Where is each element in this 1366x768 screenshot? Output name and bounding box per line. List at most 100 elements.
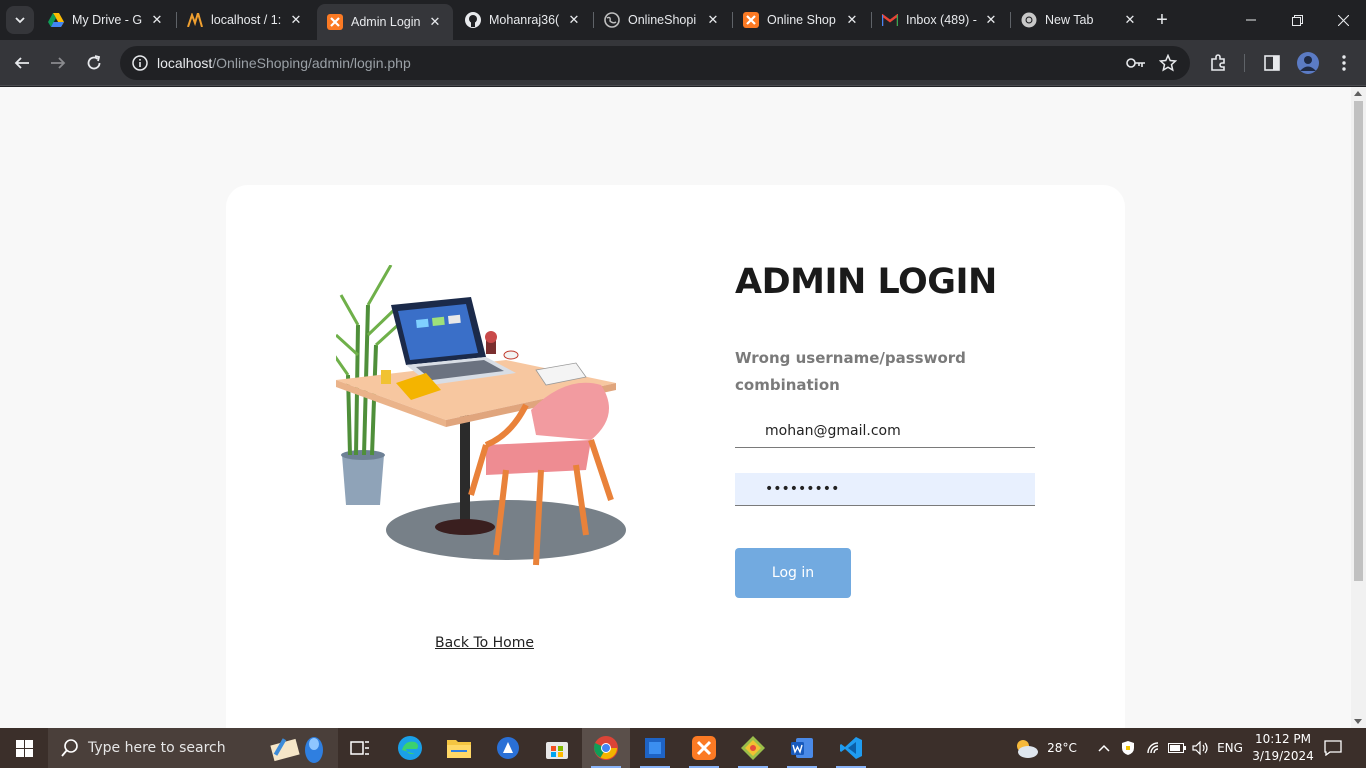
- file-explorer-icon: [447, 740, 471, 758]
- page-viewport: ADMIN LOGIN Wrong username/password comb…: [0, 87, 1366, 728]
- login-button[interactable]: Log in: [735, 548, 851, 598]
- chrome-icon: [1021, 12, 1037, 28]
- wifi-icon: [1147, 742, 1159, 754]
- scroll-down-arrow-icon[interactable]: [1354, 719, 1362, 724]
- search-placeholder: Type here to search: [88, 740, 226, 756]
- close-icon[interactable]: ✕: [705, 12, 721, 28]
- close-icon[interactable]: ✕: [566, 12, 582, 28]
- close-icon[interactable]: ✕: [288, 12, 304, 28]
- restore-button[interactable]: [1274, 0, 1320, 40]
- tab-title: OnlineShopi: [628, 13, 697, 27]
- volume-tray-icon[interactable]: [1190, 728, 1212, 768]
- taskbar-chrome[interactable]: [582, 728, 630, 768]
- close-icon[interactable]: ✕: [149, 12, 165, 28]
- weather-widget[interactable]: 28°C: [1010, 728, 1080, 768]
- tab-phpmyadmin[interactable]: localhost / 1: ✕: [177, 4, 314, 36]
- side-panel-icon: [1264, 55, 1280, 71]
- windows-logo-icon: [15, 739, 33, 757]
- address-bar[interactable]: localhost/OnlineShoping/admin/login.php: [120, 46, 1190, 80]
- reload-button[interactable]: [78, 47, 110, 79]
- minimize-button[interactable]: [1228, 0, 1274, 40]
- kebab-menu-icon: [1342, 55, 1346, 71]
- side-panel-button[interactable]: [1256, 47, 1288, 79]
- close-icon[interactable]: ✕: [983, 12, 999, 28]
- security-tray-icon[interactable]: [1118, 728, 1138, 768]
- tab-my-drive[interactable]: My Drive - G ✕: [38, 4, 175, 36]
- page-scrollbar[interactable]: [1351, 87, 1366, 728]
- taskbar-app-2[interactable]: [631, 728, 679, 768]
- app-icon: [645, 738, 665, 758]
- back-arrow-icon: [14, 57, 29, 69]
- tab-strip: My Drive - G ✕ localhost / 1: ✕ Admin Lo…: [0, 0, 1366, 40]
- tab-new-tab[interactable]: New Tab ✕: [1011, 4, 1148, 36]
- xampp-icon: [692, 736, 716, 760]
- tab-title: Admin Login: [351, 15, 421, 29]
- avatar-icon: [1297, 52, 1319, 74]
- taskbar-search-box[interactable]: Type here to search: [48, 728, 338, 768]
- site-info-icon[interactable]: [128, 51, 152, 75]
- battery-icon: [1168, 743, 1186, 753]
- task-view-button[interactable]: [336, 728, 384, 768]
- close-icon[interactable]: ✕: [844, 12, 860, 28]
- password-key-icon[interactable]: [1124, 51, 1148, 75]
- back-to-home-link[interactable]: Back To Home: [435, 635, 534, 651]
- close-window-button[interactable]: [1320, 0, 1366, 40]
- password-field[interactable]: [735, 473, 1035, 506]
- battery-tray-icon[interactable]: [1166, 728, 1188, 768]
- tab-title: New Tab: [1045, 13, 1094, 27]
- minimize-icon: [1246, 19, 1256, 21]
- extensions-button[interactable]: [1202, 47, 1234, 79]
- url-path: /OnlineShoping/admin/login.php: [212, 55, 411, 71]
- xampp-icon: [327, 14, 343, 30]
- taskbar-app-1[interactable]: [484, 728, 532, 768]
- tab-onlineshopping[interactable]: OnlineShopi ✕: [594, 4, 731, 36]
- clock-date: 3/19/2024: [1252, 749, 1314, 763]
- weather-temp: 28°C: [1047, 741, 1077, 755]
- profile-avatar[interactable]: [1292, 47, 1324, 79]
- chrome-icon: [594, 736, 618, 760]
- shield-icon: [1122, 741, 1134, 755]
- vscode-icon: [840, 737, 862, 759]
- taskbar-file-explorer[interactable]: [435, 728, 483, 768]
- close-icon[interactable]: ✕: [1122, 12, 1138, 28]
- github-icon: [465, 12, 481, 28]
- scroll-thumb[interactable]: [1354, 101, 1363, 581]
- chevron-up-icon: [1098, 744, 1110, 752]
- language-indicator[interactable]: ENG: [1214, 728, 1246, 768]
- tab-title: Inbox (489) -: [906, 13, 977, 27]
- store-icon: [546, 742, 568, 759]
- puzzle-icon: [1211, 54, 1225, 71]
- start-button[interactable]: [0, 728, 48, 768]
- reload-icon: [87, 55, 101, 70]
- restore-icon: [1291, 14, 1303, 26]
- back-button[interactable]: [6, 47, 38, 79]
- tab-github[interactable]: Mohanraj36( ✕: [455, 4, 592, 36]
- close-icon[interactable]: ✕: [427, 14, 443, 30]
- show-hidden-icons[interactable]: [1094, 728, 1114, 768]
- tab-title: My Drive - G: [72, 13, 143, 27]
- forward-button[interactable]: [42, 47, 74, 79]
- taskbar-word[interactable]: [778, 728, 826, 768]
- search-icon: [61, 739, 78, 757]
- tab-search-button[interactable]: [6, 6, 34, 34]
- network-tray-icon[interactable]: [1143, 728, 1165, 768]
- word-icon: [791, 738, 813, 758]
- taskbar-store[interactable]: [533, 728, 581, 768]
- tab-admin-login[interactable]: Admin Login ✕: [317, 4, 453, 40]
- tab-title: Mohanraj36(: [489, 13, 560, 27]
- globe-icon: [604, 12, 620, 28]
- scroll-up-arrow-icon[interactable]: [1354, 91, 1362, 96]
- taskbar-edge[interactable]: [386, 728, 434, 768]
- tab-gmail[interactable]: Inbox (489) - ✕: [872, 4, 1009, 36]
- new-tab-button[interactable]: +: [1150, 8, 1174, 32]
- email-field[interactable]: [735, 415, 1035, 448]
- menu-button[interactable]: [1328, 47, 1360, 79]
- taskbar-app-3[interactable]: [729, 728, 777, 768]
- notification-icon: [1324, 740, 1342, 756]
- tab-online-shop[interactable]: Online Shop ✕: [733, 4, 870, 36]
- taskbar-clock[interactable]: 10:12 PM 3/19/2024: [1248, 731, 1318, 765]
- notifications-button[interactable]: [1320, 728, 1346, 768]
- taskbar-vscode[interactable]: [827, 728, 875, 768]
- bookmark-star-icon[interactable]: [1156, 51, 1180, 75]
- taskbar-xampp[interactable]: [680, 728, 728, 768]
